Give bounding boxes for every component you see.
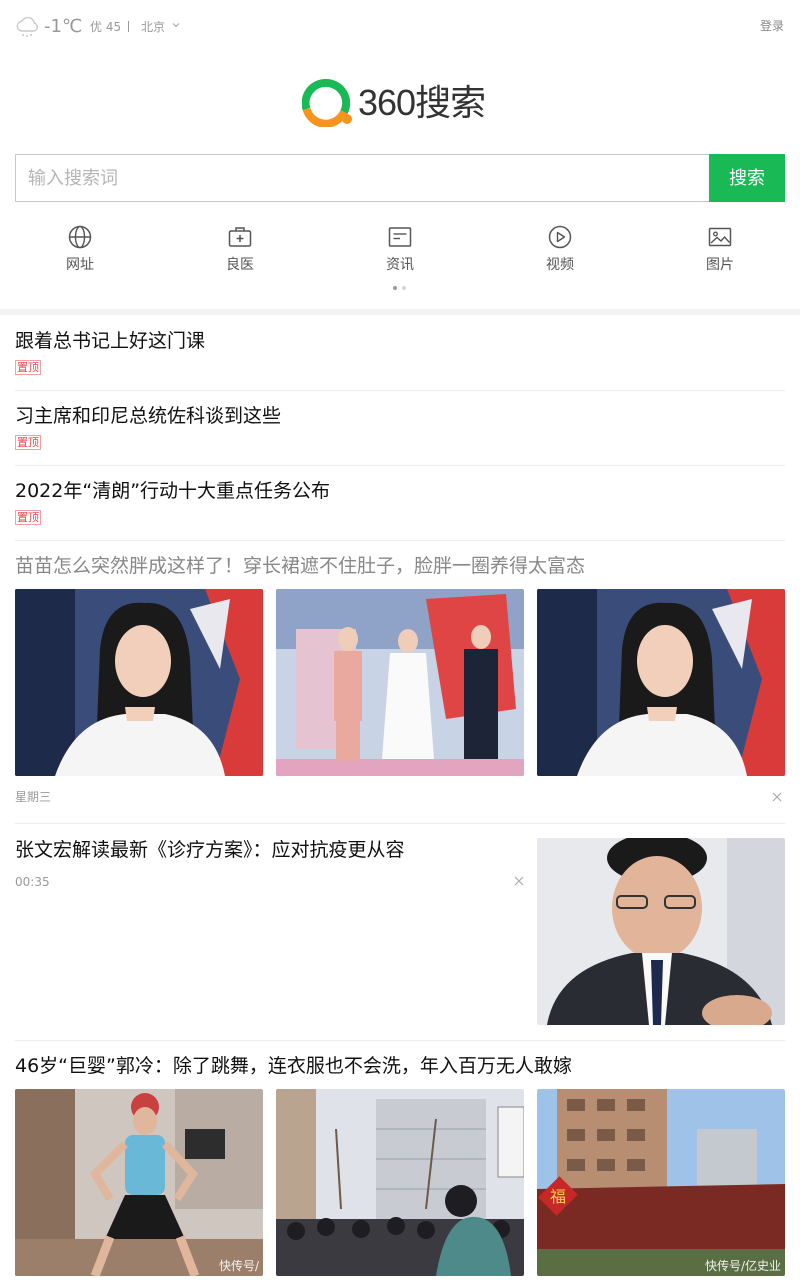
city-selector[interactable]: 北京 [141, 19, 165, 35]
news-thumbnail[interactable] [15, 589, 263, 776]
news-icon [388, 227, 412, 247]
close-icon[interactable] [772, 792, 782, 802]
page-indicator [393, 286, 407, 291]
page-dot-active [393, 286, 397, 290]
globe-icon [68, 225, 92, 249]
nav-label: 视频 [546, 257, 574, 273]
cloud-snow-icon [16, 16, 38, 37]
news-thumbnail[interactable]: 快传号/ [15, 1089, 263, 1276]
divider [15, 540, 785, 541]
photo-stage [276, 589, 524, 776]
pinned-headline[interactable]: 习主席和印尼总统佐科谈到这些 [15, 404, 281, 428]
search-input[interactable] [16, 155, 710, 201]
nav-label: 资讯 [386, 257, 414, 273]
news-title[interactable]: 苗苗怎么突然胖成这样了！穿长裙遮不住肚子，脸胖一圈养得太富态 [15, 554, 585, 578]
quick-nav: 网址 良医 资讯 视频 图片 [0, 224, 800, 280]
watermark: 快传号/亿史业 [704, 1259, 781, 1273]
play-icon [548, 225, 572, 249]
photo-dancer [15, 1089, 263, 1276]
news-thumbnail[interactable]: 福 快传号/亿史业 [537, 1089, 785, 1276]
nav-item-video[interactable]: 视频 [520, 224, 600, 280]
photo-woman [537, 589, 785, 776]
news-title[interactable]: 张文宏解读最新《诊疗方案》：应对抗疫更从容 [15, 838, 405, 862]
chevron-down-icon[interactable] [171, 20, 181, 30]
pinned-headline[interactable]: 2022年“清朗”行动十大重点任务公布 [15, 479, 330, 503]
news-date: 星期三 [15, 790, 52, 804]
svg-text:福: 福 [550, 1187, 566, 1206]
photo-woman [15, 589, 263, 776]
pinned-badge: 置顶 [15, 360, 41, 375]
nav-label: 网址 [66, 257, 94, 273]
medkit-icon [228, 227, 252, 247]
divider [15, 1040, 785, 1041]
photo-building: 福 [537, 1089, 785, 1276]
news-thumbnail[interactable] [276, 1089, 524, 1276]
login-link[interactable]: 登录 [760, 18, 784, 34]
nav-item-news[interactable]: 资讯 [360, 224, 440, 280]
news-title[interactable]: 46岁“巨婴”郭冷：除了跳舞，连衣服也不会洗，年入百万无人敢嫁 [15, 1054, 572, 1078]
section-divider [0, 309, 800, 315]
image-icon [708, 227, 732, 247]
page-dot [402, 286, 406, 290]
logo-text: 360搜索 [358, 82, 486, 123]
pinned-headline[interactable]: 跟着总书记上好这门课 [15, 329, 205, 353]
nav-label: 良医 [226, 257, 254, 273]
watermark: 快传号/ [218, 1259, 259, 1273]
divider [128, 21, 129, 32]
news-thumbnail[interactable] [537, 589, 785, 776]
top-bar: -1℃ 优 45 北京 登录 [0, 0, 800, 54]
air-quality: 优 45 [90, 20, 122, 34]
divider [15, 823, 785, 824]
nav-item-doctor[interactable]: 良医 [200, 224, 280, 280]
nav-label: 图片 [706, 257, 734, 273]
pinned-badge: 置顶 [15, 435, 41, 450]
temperature: -1℃ [44, 16, 83, 37]
divider [15, 465, 785, 466]
search-box [15, 154, 710, 202]
photo-crowd [276, 1089, 524, 1276]
search-button[interactable]: 搜索 [709, 154, 785, 202]
video-duration: 00:35 [15, 875, 50, 889]
nav-item-images[interactable]: 图片 [680, 224, 760, 280]
photo-man [537, 838, 785, 1025]
news-thumbnail[interactable] [537, 838, 785, 1025]
close-icon[interactable] [514, 876, 524, 886]
pinned-badge: 置顶 [15, 510, 41, 525]
nav-item-websites[interactable]: 网址 [40, 224, 120, 280]
logo-icon [302, 79, 352, 127]
news-thumbnail[interactable] [276, 589, 524, 776]
divider [15, 390, 785, 391]
